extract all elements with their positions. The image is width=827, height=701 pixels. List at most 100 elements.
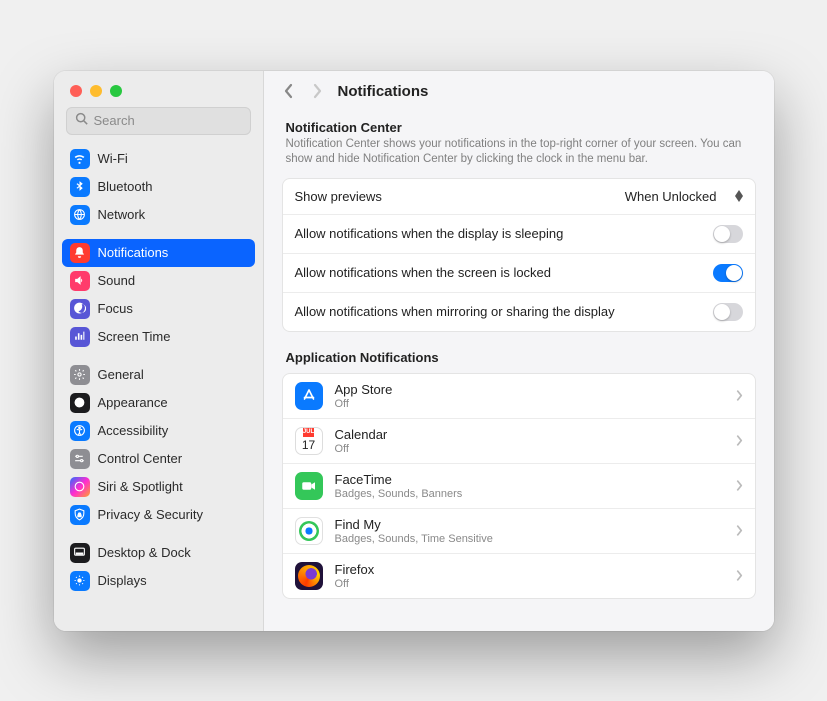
toggle-allow-sleeping[interactable]	[713, 225, 743, 243]
app-name: Calendar	[335, 427, 724, 442]
sidebar-item-label: Sound	[98, 273, 136, 288]
app-row-facetime[interactable]: FaceTimeBadges, Sounds, Banners	[283, 463, 755, 508]
sidebar-item-label: Displays	[98, 573, 147, 588]
app-row-firefox[interactable]: FirefoxOff	[283, 553, 755, 598]
sidebar-item-wifi[interactable]: Wi-Fi	[62, 145, 255, 173]
setting-label: Show previews	[295, 189, 382, 204]
search-input[interactable]	[94, 113, 242, 128]
sidebar-item-label: Focus	[98, 301, 133, 316]
sidebar-item-bluetooth[interactable]: Bluetooth	[62, 173, 255, 201]
content-scroll[interactable]: Notification Center Notification Center …	[264, 110, 774, 631]
search-field[interactable]	[66, 107, 251, 135]
setting-label: Allow notifications when the display is …	[295, 226, 564, 241]
close-window-button[interactable]	[70, 85, 82, 97]
focus-icon	[70, 299, 90, 319]
content-pane: Notifications Notification Center Notifi…	[264, 71, 774, 631]
general-settings-card: Show previews When Unlocked Allow notifica…	[282, 178, 756, 332]
calendar-icon: JUL17	[295, 427, 323, 455]
desktop-dock-icon	[70, 543, 90, 563]
sidebar-item-general[interactable]: General	[62, 361, 255, 389]
network-icon	[70, 205, 90, 225]
screen-time-icon	[70, 327, 90, 347]
sidebar-item-label: Network	[98, 207, 146, 222]
app-name: App Store	[335, 382, 724, 397]
setting-value[interactable]: When Unlocked	[625, 189, 717, 204]
sidebar-item-label: Control Center	[98, 451, 183, 466]
sidebar-item-focus[interactable]: Focus	[62, 295, 255, 323]
search-icon	[75, 112, 88, 130]
app-sub: Badges, Sounds, Banners	[335, 488, 724, 500]
back-button[interactable]	[282, 83, 296, 99]
nc-desc: Notification Center shows your notificat…	[286, 137, 752, 168]
chevron-right-icon	[736, 390, 743, 401]
sound-icon	[70, 271, 90, 291]
bluetooth-icon	[70, 177, 90, 197]
sidebar-item-label: Bluetooth	[98, 179, 153, 194]
privacy-security-icon	[70, 505, 90, 525]
setting-row-allow-locked: Allow notifications when the screen is l…	[283, 253, 755, 292]
sidebar-list[interactable]: Wi-Fi Bluetooth Network Notifications Sound F…	[54, 145, 263, 631]
sidebar-item-label: Accessibility	[98, 423, 169, 438]
firefox-icon	[295, 562, 323, 590]
app-sub: Badges, Sounds, Time Sensitive	[335, 533, 724, 545]
app-store-icon	[295, 382, 323, 410]
setting-label: Allow notifications when mirroring or sh…	[295, 304, 615, 319]
sidebar-item-label: General	[98, 367, 144, 382]
minimize-window-button[interactable]	[90, 85, 102, 97]
find-my-icon	[295, 517, 323, 545]
app-sub: Off	[335, 443, 724, 455]
facetime-icon	[295, 472, 323, 500]
chevron-right-icon	[736, 480, 743, 491]
sidebar-item-label: Wi-Fi	[98, 151, 128, 166]
sidebar-item-appearance[interactable]: Appearance	[62, 389, 255, 417]
nc-title: Notification Center	[286, 120, 752, 135]
app-name: Find My	[335, 517, 724, 532]
toggle-allow-locked[interactable]	[713, 264, 743, 282]
sidebar-item-displays[interactable]: Displays	[62, 567, 255, 595]
app-row-find-my[interactable]: Find MyBadges, Sounds, Time Sensitive	[283, 508, 755, 553]
sidebar-item-label: Desktop & Dock	[98, 545, 191, 560]
control-center-icon	[70, 449, 90, 469]
window-controls	[54, 71, 263, 107]
sidebar-item-siri-spotlight[interactable]: Siri & Spotlight	[62, 473, 255, 501]
sidebar: Wi-Fi Bluetooth Network Notifications Sound F…	[54, 71, 264, 631]
app-row-app-store[interactable]: App StoreOff	[283, 374, 755, 418]
sidebar-item-accessibility[interactable]: Accessibility	[62, 417, 255, 445]
sidebar-item-label: Notifications	[98, 245, 169, 260]
sidebar-item-privacy-security[interactable]: Privacy & Security	[62, 501, 255, 529]
page-title: Notifications	[338, 83, 429, 100]
setting-row-show-previews: Show previews When Unlocked	[283, 179, 755, 214]
notifications-icon	[70, 243, 90, 263]
header: Notifications	[264, 71, 774, 110]
forward-button[interactable]	[310, 83, 324, 99]
sidebar-item-screen-time[interactable]: Screen Time	[62, 323, 255, 351]
displays-icon	[70, 571, 90, 591]
app-name: FaceTime	[335, 472, 724, 487]
toggle-allow-mirroring[interactable]	[713, 303, 743, 321]
siri-spotlight-icon	[70, 477, 90, 497]
accessibility-icon	[70, 421, 90, 441]
app-name: Firefox	[335, 562, 724, 577]
setting-row-allow-sleeping: Allow notifications when the display is …	[283, 214, 755, 253]
system-settings-window: Wi-Fi Bluetooth Network Notifications Sound F…	[54, 71, 774, 631]
sidebar-item-notifications[interactable]: Notifications	[62, 239, 255, 267]
sidebar-item-label: Appearance	[98, 395, 168, 410]
wifi-icon	[70, 149, 90, 169]
setting-row-allow-mirroring: Allow notifications when mirroring or sh…	[283, 292, 755, 331]
general-icon	[70, 365, 90, 385]
app-sub: Off	[335, 578, 724, 590]
sidebar-item-control-center[interactable]: Control Center	[62, 445, 255, 473]
app-notifications-heading: Application Notifications	[282, 332, 756, 373]
app-row-calendar[interactable]: JUL17 CalendarOff	[283, 418, 755, 463]
sidebar-item-network[interactable]: Network	[62, 201, 255, 229]
chevron-right-icon	[736, 570, 743, 581]
sidebar-item-desktop-dock[interactable]: Desktop & Dock	[62, 539, 255, 567]
updown-icon[interactable]	[735, 190, 743, 202]
setting-label: Allow notifications when the screen is l…	[295, 265, 552, 280]
chevron-right-icon	[736, 435, 743, 446]
sidebar-item-label: Screen Time	[98, 329, 171, 344]
sidebar-item-label: Siri & Spotlight	[98, 479, 183, 494]
maximize-window-button[interactable]	[110, 85, 122, 97]
notification-center-heading: Notification Center Notification Center …	[282, 110, 756, 178]
sidebar-item-sound[interactable]: Sound	[62, 267, 255, 295]
